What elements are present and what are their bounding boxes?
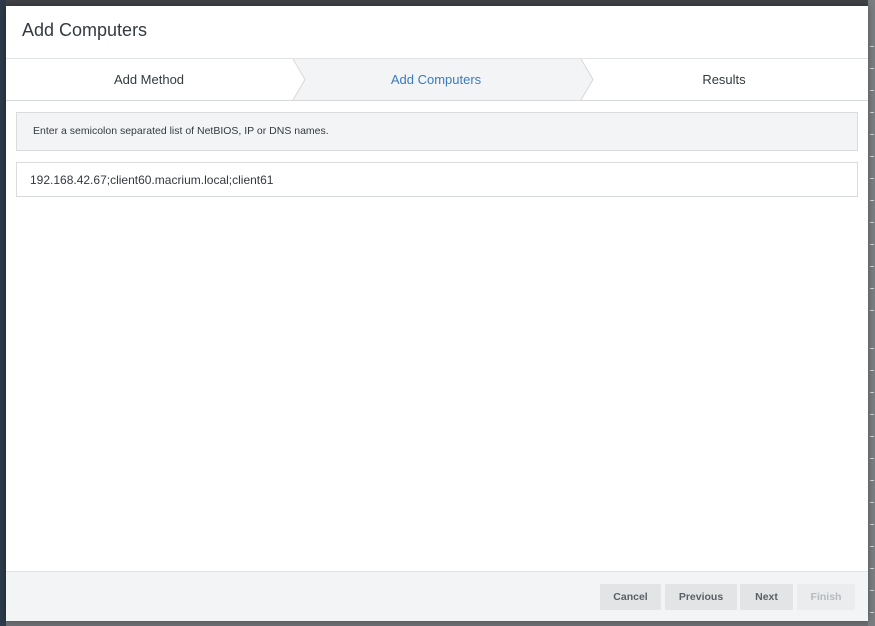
dialog-footer: Cancel Previous Next Finish (6, 571, 868, 621)
instruction-panel: Enter a semicolon separated list of NetB… (16, 112, 858, 151)
dialog-title: Add Computers (22, 20, 148, 40)
step-add-computers[interactable]: Add Computers (292, 59, 580, 100)
step-add-computers-label: Add Computers (390, 72, 482, 87)
step-separator-chevron-icon (292, 59, 306, 100)
step-add-method[interactable]: Add Method (6, 59, 292, 100)
background-list-edge (868, 0, 875, 626)
step-add-method-label: Add Method (113, 72, 185, 87)
step-separator-chevron-icon (580, 59, 594, 100)
wizard-steps: Add Method Add Computers Results (6, 59, 868, 101)
previous-button[interactable]: Previous (665, 584, 737, 610)
step-results-label: Results (702, 72, 746, 87)
next-button[interactable]: Next (740, 584, 793, 610)
computer-names-input[interactable] (16, 162, 858, 197)
instruction-text: Enter a semicolon separated list of NetB… (33, 125, 329, 137)
dialog-header: Add Computers (6, 6, 868, 59)
finish-button[interactable]: Finish (797, 584, 855, 610)
add-computers-dialog: Add Computers Add Method Add Computers R… (6, 6, 868, 621)
step-results[interactable]: Results (580, 59, 868, 100)
cancel-button[interactable]: Cancel (600, 584, 661, 610)
